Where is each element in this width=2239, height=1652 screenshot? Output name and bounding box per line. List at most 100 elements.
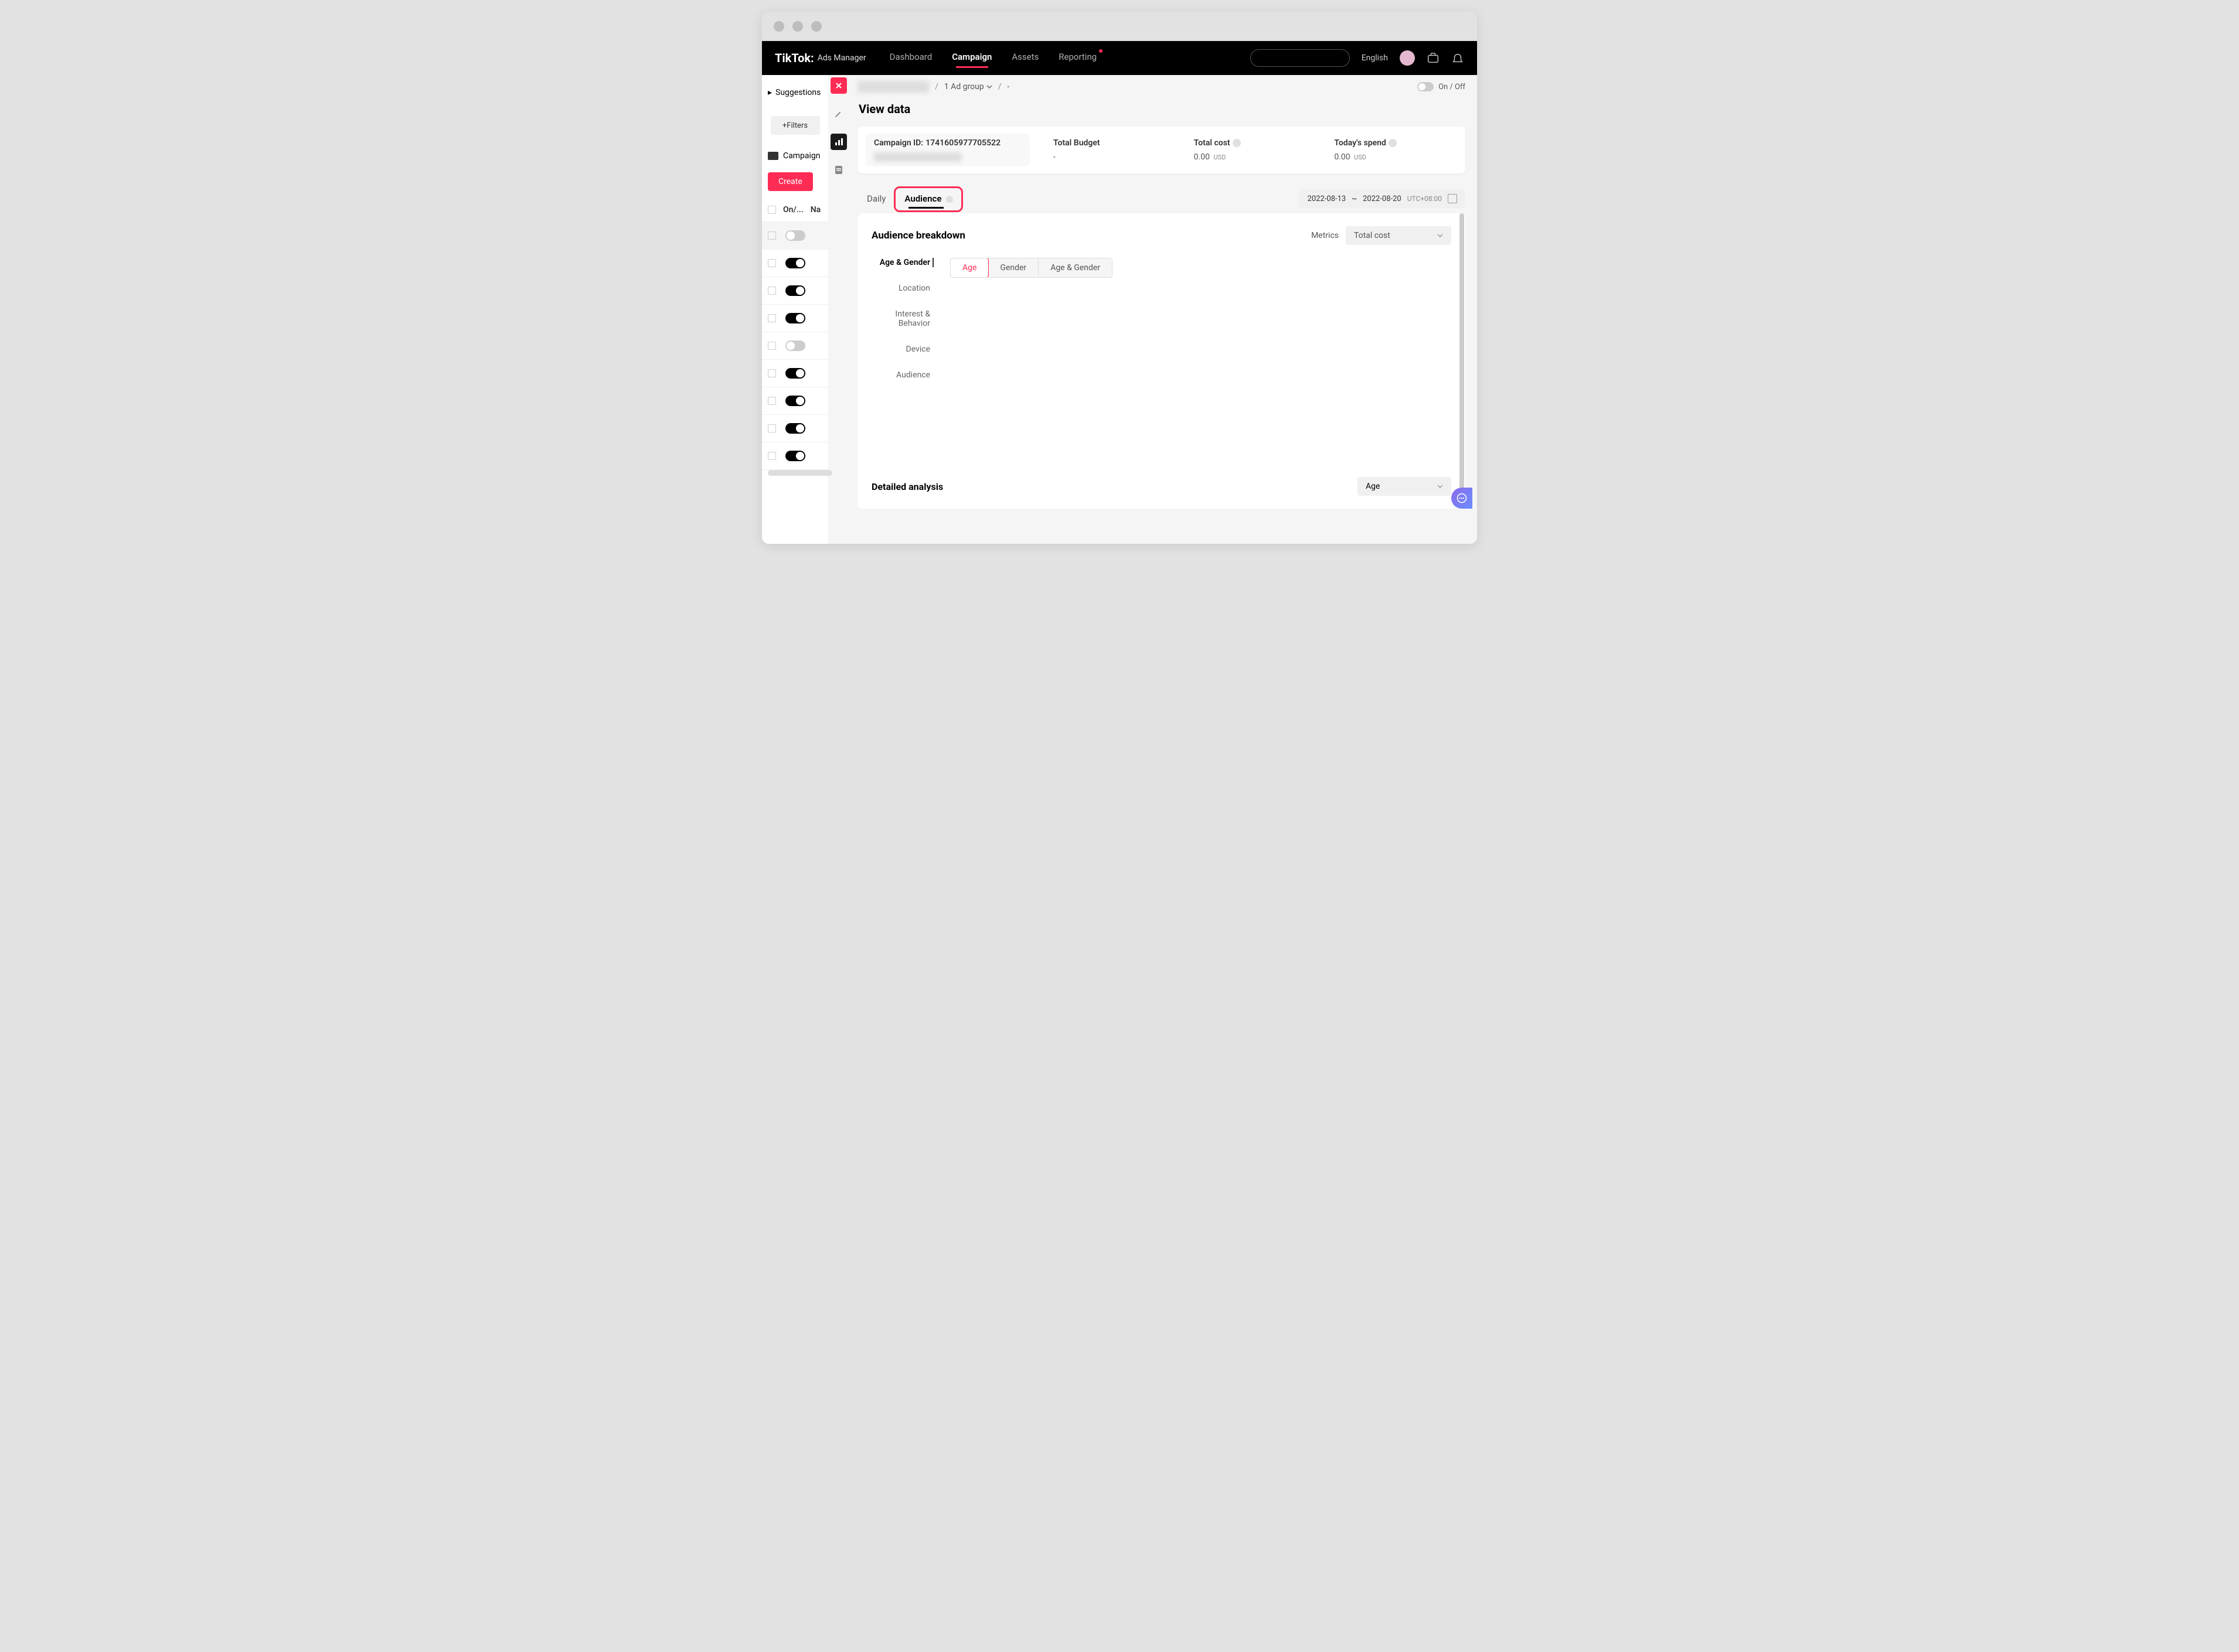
nav-campaign[interactable]: Campaign: [952, 52, 992, 64]
dim-age-gender[interactable]: Age & Gender: [872, 258, 930, 267]
suggestions-label: Suggestions: [775, 88, 821, 97]
total-cost-label: Total cost: [1194, 138, 1230, 148]
table-row[interactable]: ✓: [762, 360, 828, 387]
table-row[interactable]: ✓: [762, 305, 828, 332]
language-selector[interactable]: English: [1362, 53, 1388, 63]
row-checkbox[interactable]: [768, 259, 776, 267]
pencil-icon: [834, 109, 843, 118]
suggestions-row[interactable]: ▸ Suggestions: [762, 81, 828, 104]
col-onoff: On/...: [783, 205, 804, 214]
traffic-light-min[interactable]: [792, 21, 803, 32]
row-checkbox[interactable]: [768, 452, 776, 460]
table-row[interactable]: ✓: [762, 415, 828, 442]
date-range-picker[interactable]: 2022-08-13 ~ 2022-08-20 UTC+08:00: [1299, 189, 1465, 208]
dim-audience[interactable]: Audience: [872, 370, 930, 380]
row-checkbox[interactable]: [768, 342, 776, 350]
table-row[interactable]: ✓: [762, 332, 828, 360]
seg-age-gender[interactable]: Age & Gender: [1039, 258, 1112, 277]
date-to: 2022-08-20: [1363, 195, 1401, 203]
tab-audience[interactable]: Audience: [895, 188, 962, 210]
info-icon: [946, 196, 953, 203]
calendar-icon: [1448, 194, 1457, 203]
left-sidebar: ▸ Suggestions +Filters Campaign Create O…: [762, 75, 828, 544]
row-toggle[interactable]: ✓: [785, 313, 805, 323]
row-toggle[interactable]: ✓: [785, 285, 805, 296]
tab-daily[interactable]: Daily: [858, 188, 895, 210]
info-icon[interactable]: [1389, 139, 1397, 147]
horizontal-scrollbar[interactable]: [768, 470, 832, 476]
row-toggle[interactable]: ✓: [785, 396, 805, 406]
table-row[interactable]: ✓: [762, 277, 828, 305]
budget-label: Total Budget: [1053, 138, 1170, 148]
todays-spend-currency: USD: [1354, 154, 1366, 161]
chevron-down-icon: [1437, 233, 1443, 239]
campaign-label: Campaign: [783, 151, 820, 161]
budget-value: -: [1053, 152, 1170, 162]
top-nav: TikTok: Ads Manager Dashboard Campaign A…: [762, 41, 1477, 75]
row-toggle[interactable]: ✓: [785, 368, 805, 379]
breadcrumb-campaign-name[interactable]: hidden: [858, 81, 929, 93]
search-input[interactable]: [1250, 49, 1350, 67]
avatar[interactable]: [1400, 50, 1415, 66]
table-row[interactable]: ✓: [762, 387, 828, 415]
row-toggle[interactable]: ✓: [785, 340, 805, 351]
total-cost-value: 0.00: [1194, 152, 1210, 162]
row-checkbox[interactable]: [768, 369, 776, 377]
segment-group: Age Gender Age & Gender: [950, 258, 1112, 278]
row-toggle[interactable]: ✓: [785, 230, 805, 241]
logo: TikTok:: [775, 51, 814, 65]
document-icon: [835, 165, 843, 175]
table-row[interactable]: ✓: [762, 442, 828, 470]
document-button[interactable]: [831, 162, 847, 178]
window-titlebar: [762, 12, 1477, 41]
edit-button[interactable]: [831, 105, 847, 122]
campaign-name-blurred: [874, 152, 962, 162]
breadcrumb-adgroup-dropdown[interactable]: 1 Ad group: [944, 82, 992, 91]
date-separator: ~: [1352, 195, 1357, 203]
row-checkbox[interactable]: [768, 424, 776, 432]
row-toggle[interactable]: ✓: [785, 423, 805, 434]
dim-interest-behavior[interactable]: Interest & Behavior: [872, 309, 930, 328]
row-checkbox[interactable]: [768, 287, 776, 295]
filters-button[interactable]: +Filters: [771, 116, 820, 135]
briefcase-icon[interactable]: [1427, 52, 1440, 64]
chat-fab[interactable]: [1451, 488, 1472, 509]
bell-icon[interactable]: [1451, 52, 1464, 64]
vertical-scrollbar[interactable]: [1459, 213, 1464, 495]
traffic-light-max[interactable]: [811, 21, 822, 32]
campaign-onoff-toggle[interactable]: [1417, 82, 1434, 91]
notification-dot-icon: [1099, 49, 1103, 53]
select-all-checkbox[interactable]: [768, 206, 776, 214]
seg-age[interactable]: Age: [950, 258, 989, 278]
metrics-value: Total cost: [1354, 231, 1390, 240]
row-toggle[interactable]: ✓: [785, 451, 805, 461]
date-from: 2022-08-13: [1308, 195, 1346, 203]
table-row[interactable]: ✓: [762, 250, 828, 277]
table-header: On/... Na: [762, 198, 828, 222]
dim-device[interactable]: Device: [872, 345, 930, 354]
nav-reporting[interactable]: Reporting: [1059, 52, 1097, 64]
row-checkbox[interactable]: [768, 397, 776, 405]
chat-icon: [1457, 493, 1467, 503]
table-row[interactable]: ✓: [762, 222, 828, 250]
row-toggle[interactable]: ✓: [785, 258, 805, 268]
caret-right-icon: ▸: [768, 88, 772, 97]
campaign-folder[interactable]: Campaign: [762, 147, 828, 165]
timezone: UTC+08:00: [1407, 195, 1442, 203]
row-checkbox[interactable]: [768, 231, 776, 240]
analytics-button[interactable]: [831, 134, 847, 150]
row-checkbox[interactable]: [768, 314, 776, 322]
info-icon[interactable]: [1233, 139, 1241, 147]
metrics-select[interactable]: Total cost: [1346, 226, 1451, 245]
close-icon: [835, 82, 842, 89]
nav-assets[interactable]: Assets: [1012, 52, 1039, 64]
campaign-id-value: 1741605977705522: [925, 138, 1001, 148]
seg-gender[interactable]: Gender: [988, 258, 1039, 277]
create-button[interactable]: Create: [768, 172, 813, 191]
traffic-light-close[interactable]: [774, 21, 784, 32]
close-panel-button[interactable]: [831, 77, 847, 94]
dim-location[interactable]: Location: [872, 284, 930, 293]
stats-card: Campaign ID: 1741605977705522 Total Budg…: [858, 127, 1465, 173]
detailed-select[interactable]: Age: [1357, 477, 1451, 496]
nav-dashboard[interactable]: Dashboard: [890, 52, 933, 64]
